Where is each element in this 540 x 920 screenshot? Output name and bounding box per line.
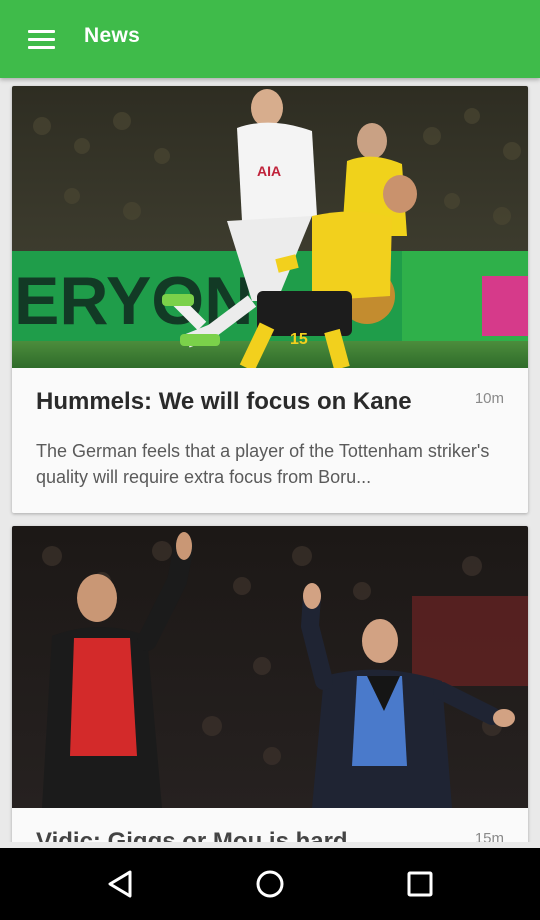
app-bar: News bbox=[0, 0, 540, 78]
article-time: 15m bbox=[474, 830, 504, 842]
page-title: News bbox=[84, 24, 141, 47]
news-card[interactable]: Vidic: Giggs or Mou is hard 15m bbox=[12, 526, 528, 842]
news-feed[interactable]: ERYON AIA 15 Hummels: We will focus on K… bbox=[0, 78, 540, 842]
back-triangle-icon[interactable] bbox=[100, 864, 140, 904]
article-headline[interactable]: Hummels: We will focus on Kane bbox=[36, 388, 436, 416]
article-image[interactable] bbox=[12, 526, 528, 808]
hamburger-menu-icon[interactable] bbox=[20, 20, 62, 58]
article-summary: The German feels that a player of the To… bbox=[36, 441, 490, 487]
svg-text:15: 15 bbox=[290, 331, 308, 348]
recent-apps-square-icon[interactable] bbox=[400, 864, 440, 904]
home-circle-icon[interactable] bbox=[250, 864, 290, 904]
article-time: 10m bbox=[474, 390, 504, 407]
system-nav-bar bbox=[0, 848, 540, 920]
article-image[interactable]: ERYON AIA 15 bbox=[12, 86, 528, 368]
news-card[interactable]: ERYON AIA 15 Hummels: We will focus on K… bbox=[12, 86, 528, 513]
svg-text:AIA: AIA bbox=[257, 163, 281, 179]
article-headline[interactable]: Vidic: Giggs or Mou is hard bbox=[36, 828, 436, 842]
